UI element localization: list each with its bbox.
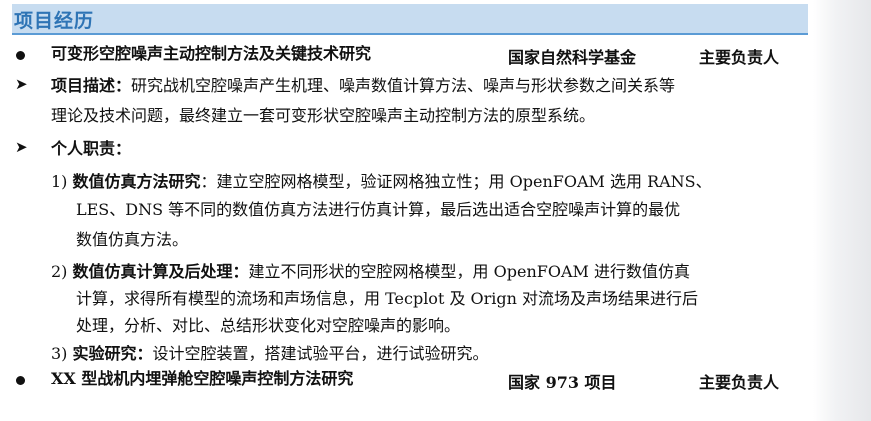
duty-item-2-line-2: 计算，求得所有模型的流场和声场信息，用 Tecplot 及 Orign 对流场及… [76,289,699,308]
duty-number: 2) [51,262,68,281]
resume-page: 项目经历 可变形空腔噪声主动控制方法及关键技术研究 国家自然科学基金 主要负责人… [0,0,871,421]
page-edge-shadow [813,0,871,421]
project-funding: 国家自然科学基金 [508,48,637,67]
duty-heading: 数值仿真计算及后处理： [72,262,249,281]
project-title: 可变形空腔噪声主动控制方法及关键技术研究 [51,44,372,63]
description-label: 项目描述： [51,76,132,95]
bullet-icon [16,51,25,60]
bullet-icon [16,376,25,385]
duty-text: 设计空腔装置，搭建试验平台，进行试验研究。 [152,344,489,363]
duty-number: 3) [51,344,68,363]
description-text-1: 研究战机空腔噪声产生机理、噪声数值计算方法、噪声与形状参数之间关系等 [131,76,676,95]
duty-item-1-line-3: 数值仿真方法。 [76,230,189,249]
description-line-2: 理论及技术问题，最终建立一套可变形状空腔噪声主动控制方法的原型系统。 [51,106,596,125]
section-header: 项目经历 [12,4,808,35]
section-title: 项目经历 [14,10,95,32]
duty-heading: 实验研究： [72,344,153,363]
duty-item-3: 3) 实验研究：设计空腔装置，搭建试验平台，进行试验研究。 [51,344,489,364]
duty-text: 建立不同形状的空腔网格模型，用 OpenFOAM 进行数值仿真 [248,262,690,281]
arrow-bullet-icon: ➤ [15,75,28,93]
project-funding: 国家 973 项目 [508,373,617,392]
duties-label: 个人职责： [51,139,132,158]
duty-item-2: 2) 数值仿真计算及后处理：建立不同形状的空腔网格模型，用 OpenFOAM 进… [51,262,690,282]
arrow-bullet-icon: ➤ [15,138,28,156]
project-title: XX 型战机内埋弹舱空腔噪声控制方法研究 [51,369,354,388]
duty-text: ：建立空腔网格模型，验证网格独立性；用 OpenFOAM 选用 RANS、 [200,172,712,191]
duty-number: 1) [51,172,68,191]
project-role: 主要负责人 [699,48,780,67]
description-line-1: 项目描述：研究战机空腔噪声产生机理、噪声数值计算方法、噪声与形状参数之间关系等 [51,76,675,96]
duty-item-2-line-3: 处理，分析、对比、总结形状变化对空腔噪声的影响。 [76,316,461,335]
duty-item-1: 1) 数值仿真方法研究：建立空腔网格模型，验证网格独立性；用 OpenFOAM … [51,172,712,192]
duty-item-1-line-2: LES、DNS 等不同的数值仿真方法进行仿真计算，最后选出适合空腔噪声计算的最优 [76,200,681,219]
project-role: 主要负责人 [699,373,780,392]
duty-heading: 数值仿真方法研究 [72,172,201,191]
